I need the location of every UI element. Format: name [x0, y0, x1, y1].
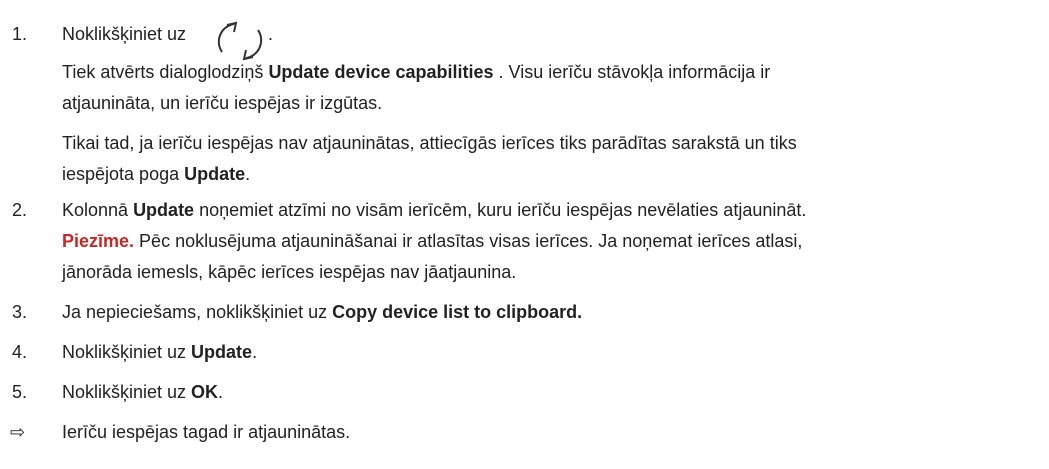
result-arrow-icon: ⇨ [10, 422, 26, 442]
step-1-line-4: iespējota poga Update. [62, 164, 250, 185]
step-text: Noklikšķiniet uz OK. [62, 382, 1039, 403]
step-2-note-line-2: jānorāda iemesls, kāpēc ierīces iespējas… [62, 262, 517, 282]
document-page: { "steps": [ { "number": "1.", "prefix":… [0, 0, 1049, 469]
step-1-line-2: atjaunināta, un ierīču iespējas ir izgūt… [62, 93, 383, 113]
line-text: . [245, 164, 251, 184]
update-button-ref: Update [184, 164, 246, 184]
line-text: . [252, 342, 258, 362]
update-column-ref: Update [133, 200, 195, 220]
line-text: . Visu ierīču stāvokļa informācija ir [493, 62, 771, 82]
step-text: Ja nepieciešams, noklikšķiniet uz Copy d… [62, 302, 1039, 323]
ok-ref: OK [191, 382, 219, 402]
step-text: Kolonnā Update noņemiet atzīmi no visām … [62, 200, 1039, 221]
line-text: Noklikšķiniet uz [62, 382, 192, 402]
line-text: Noklikšķiniet uz [62, 342, 192, 362]
note-label: Piezīme. [62, 231, 135, 251]
step-text: Noklikšķiniet uz Update. [62, 342, 1039, 363]
step-1-suffix: . [268, 24, 274, 44]
step-number: 1. [12, 24, 28, 44]
line-text: . [218, 382, 224, 402]
line-text: noņemiet atzīmi no visām ierīcēm, kuru i… [194, 200, 807, 220]
line-text: Ja nepieciešams, noklikšķiniet uz [62, 302, 333, 322]
step-2-note: Piezīme. Pēc noklusējuma atjaunināšanai … [62, 231, 802, 252]
step-number: 2. [12, 200, 28, 220]
step-1-line-1: Tiek atvērts dialoglodziņš Update device… [62, 62, 770, 83]
line-text: iespējota poga [62, 164, 185, 184]
result-text: Ierīču iespējas tagad ir atjauninātas. [62, 422, 351, 442]
note-text: Pēc noklusējuma atjaunināšanai ir atlasī… [134, 231, 803, 251]
step-number: 5. [12, 382, 28, 402]
step-number: 4. [12, 342, 28, 362]
refresh-icon[interactable] [212, 18, 268, 64]
copy-device-list-ref: Copy device list to clipboard. [332, 302, 583, 322]
step-text: Noklikšķiniet uz [62, 24, 1039, 45]
step-number: 3. [12, 302, 28, 322]
step-1-prefix: Noklikšķiniet uz [62, 24, 187, 44]
dialog-name: Update device capabilities [268, 62, 494, 82]
step-1-line-3: Tikai tad, ja ierīču iespējas nav atjaun… [62, 133, 797, 153]
line-text: Tiek atvērts dialoglodziņš [62, 62, 269, 82]
line-text: Kolonnā [62, 200, 134, 220]
update-ref: Update [191, 342, 253, 362]
